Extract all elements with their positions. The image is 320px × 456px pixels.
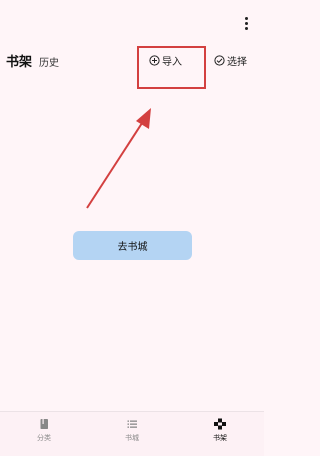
nav-label-bookstore: 书城 xyxy=(125,434,139,442)
check-circle-icon xyxy=(214,54,225,66)
select-button[interactable]: 选择 xyxy=(214,53,247,68)
book-icon xyxy=(40,419,48,429)
nav-item-bookshelf[interactable]: 书架 xyxy=(190,418,250,443)
nav-label-category: 分类 xyxy=(37,434,51,442)
bottom-navigation: 分类 书城 书架 xyxy=(0,411,264,456)
annotation-highlight-box xyxy=(137,46,206,89)
go-to-bookstore-button[interactable]: 去书城 xyxy=(73,231,192,260)
nav-item-category[interactable]: 分类 xyxy=(14,418,74,443)
list-icon xyxy=(127,420,137,428)
more-options-button[interactable] xyxy=(236,14,256,32)
more-vert-icon xyxy=(245,17,248,20)
nav-item-bookstore[interactable]: 书城 xyxy=(102,418,162,443)
tab-bookshelf[interactable]: 书架 xyxy=(6,51,32,70)
nav-label-bookshelf: 书架 xyxy=(213,434,227,442)
tab-history[interactable]: 历史 xyxy=(39,54,59,69)
select-label: 选择 xyxy=(227,56,247,68)
bookshelf-icon xyxy=(214,418,226,430)
